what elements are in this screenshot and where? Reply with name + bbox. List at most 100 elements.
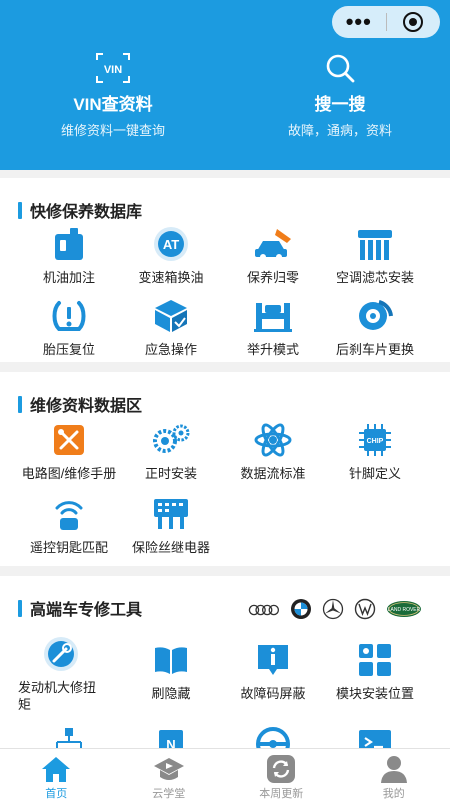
vin-lookup-button[interactable]: VIN VIN查资料 维修资料一键查询 (13, 52, 213, 139)
grid-item-maintenance-reset[interactable]: 保养归零 (217, 226, 329, 286)
svg-text:CHIP: CHIP (367, 438, 384, 445)
brake-disc-icon (355, 298, 395, 334)
item-label: 针脚定义 (348, 466, 401, 481)
premium-tools-section: 高端车专修工具 LAND ROVER 发动机大修扭矩 刷隐藏 故障码屏蔽 模块安… (0, 576, 450, 748)
quick-repair-section: 快修保养数据库 机油加注 AT 变速箱换油 保养归零 空调滤芯安装 胎压复位 应… (0, 178, 450, 362)
item-label: 发动机大修扭矩 (18, 680, 97, 712)
tab-home[interactable]: 首页 (0, 749, 113, 800)
item-label: 空调滤芯安装 (335, 270, 414, 285)
land-rover-logo-icon[interactable]: LAND ROVER (386, 600, 422, 623)
section-bar (18, 395, 22, 413)
brand-logos: LAND ROVER (248, 598, 422, 625)
tab-classroom[interactable]: 云学堂 (113, 749, 226, 800)
grid-item-oil[interactable]: 机油加注 (13, 226, 125, 286)
tab-label: 云学堂 (152, 788, 186, 800)
lift-icon (253, 298, 293, 334)
grid-item-transmission[interactable]: AT 变速箱换油 (115, 226, 227, 286)
search-icon (240, 52, 440, 84)
item-label: 保险丝继电器 (131, 540, 210, 555)
item-label: 应急操作 (144, 342, 197, 357)
section-title: 快修保养数据库 (18, 200, 143, 221)
hidden-feature-book-icon (151, 642, 191, 678)
target-icon[interactable] (386, 12, 440, 32)
data-atom-icon (253, 422, 293, 458)
fuse-relay-icon (151, 496, 191, 532)
refresh-icon (225, 755, 338, 783)
item-label: 刷隐藏 (151, 686, 191, 701)
item-label: 保养归零 (246, 270, 299, 285)
tire-pressure-icon (49, 298, 89, 334)
remote-key-icon (49, 496, 89, 532)
mini-program-capsule: ••• (332, 6, 440, 38)
grid-item-emergency[interactable]: 应急操作 (115, 298, 227, 358)
tab-label: 首页 (45, 788, 68, 800)
grid-item-remote-key[interactable]: 遥控钥匙匹配 (13, 496, 125, 556)
graduation-cap-icon (113, 755, 226, 783)
steering-wheel-icon (253, 726, 293, 748)
tab-mine[interactable]: 我的 (338, 749, 450, 800)
search-button[interactable]: 搜一搜 故障，通病，资料 (240, 52, 440, 139)
item-label: 胎压复位 (42, 342, 95, 357)
grid-item-hidden-feature[interactable]: 刷隐藏 (115, 642, 227, 702)
grid-item-pin[interactable]: CHIP 针脚定义 (319, 422, 431, 482)
svg-text:LAND ROVER: LAND ROVER (388, 607, 421, 613)
repair-data-section: 维修资料数据区 电路图/维修手册 正时安装 数据流标准 CHIP 针脚定义 遥控… (0, 372, 450, 566)
grid-item-tire-pressure[interactable]: 胎压复位 (13, 298, 125, 358)
section-title-text: 高端车专修工具 (30, 602, 143, 619)
item-label: 变速箱换油 (138, 270, 204, 285)
network-tree-icon (49, 726, 89, 748)
torque-wrench-icon (41, 636, 81, 672)
audi-logo-icon[interactable] (248, 603, 280, 621)
grid-item-lift[interactable]: 举升模式 (217, 298, 329, 358)
more-dots-icon[interactable]: ••• (332, 8, 386, 36)
section-bar (18, 599, 22, 617)
fault-code-icon (253, 642, 293, 678)
section-title-text: 维修资料数据区 (30, 398, 143, 415)
maintenance-reset-icon (253, 226, 293, 262)
grid-item-timing[interactable]: 正时安装 (115, 422, 227, 482)
item-label: 遥控钥匙匹配 (29, 540, 108, 555)
terminal-icon (355, 726, 395, 748)
vin-title: VIN查资料 (73, 95, 153, 114)
grid-item-partial-2[interactable]: N (115, 726, 227, 748)
item-label: 举升模式 (246, 342, 299, 357)
grid-item-module-location[interactable]: 模块安装位置 (319, 642, 431, 702)
tab-label: 本周更新 (259, 788, 304, 800)
ac-filter-icon (355, 226, 395, 262)
svg-text:N: N (166, 737, 175, 748)
mercedes-logo-icon[interactable] (322, 598, 344, 625)
grid-item-partial-3[interactable] (217, 726, 329, 748)
item-label: 机油加注 (42, 270, 95, 285)
bmw-logo-icon[interactable] (290, 598, 312, 625)
oil-can-icon (49, 226, 89, 262)
chip-pin-icon: CHIP (355, 422, 395, 458)
grid-item-brake[interactable]: 后刹车片更换 (319, 298, 431, 358)
grid-item-engine-torque[interactable]: 发动机大修扭矩 (5, 636, 117, 713)
tab-label: 我的 (382, 788, 405, 800)
grid-item-fault-code[interactable]: 故障码屏蔽 (217, 642, 329, 702)
item-label: 数据流标准 (240, 466, 306, 481)
section-title-text: 快修保养数据库 (30, 204, 143, 221)
n-chip-icon: N (151, 726, 191, 748)
vw-logo-icon[interactable] (354, 598, 376, 625)
grid-item-fuse[interactable]: 保险丝继电器 (115, 496, 227, 556)
tab-weekly-update[interactable]: 本周更新 (225, 749, 338, 800)
grid-item-partial-1[interactable] (13, 726, 125, 748)
svg-text:VIN: VIN (104, 64, 122, 76)
grid-item-data-stream[interactable]: 数据流标准 (217, 422, 329, 482)
grid-item-ac-filter[interactable]: 空调滤芯安装 (319, 226, 431, 286)
at-transmission-icon: AT (151, 226, 191, 262)
grid-item-circuit[interactable]: 电路图/维修手册 (13, 422, 125, 482)
bottom-tab-bar: 首页 云学堂 本周更新 我的 (0, 748, 450, 800)
section-bar (18, 201, 22, 219)
item-label: 模块安装位置 (335, 686, 414, 701)
svg-text:AT: AT (163, 237, 179, 252)
grid-item-partial-4[interactable] (319, 726, 431, 748)
emergency-box-icon (151, 298, 191, 334)
item-label: 故障码屏蔽 (240, 686, 306, 701)
vin-scan-icon: VIN (13, 52, 213, 84)
circuit-manual-icon (49, 422, 89, 458)
user-icon (338, 755, 450, 783)
search-title: 搜一搜 (314, 95, 366, 114)
header-banner: ••• VIN VIN查资料 维修资料一键查询 搜一搜 故障，通病，资料 (0, 0, 450, 170)
